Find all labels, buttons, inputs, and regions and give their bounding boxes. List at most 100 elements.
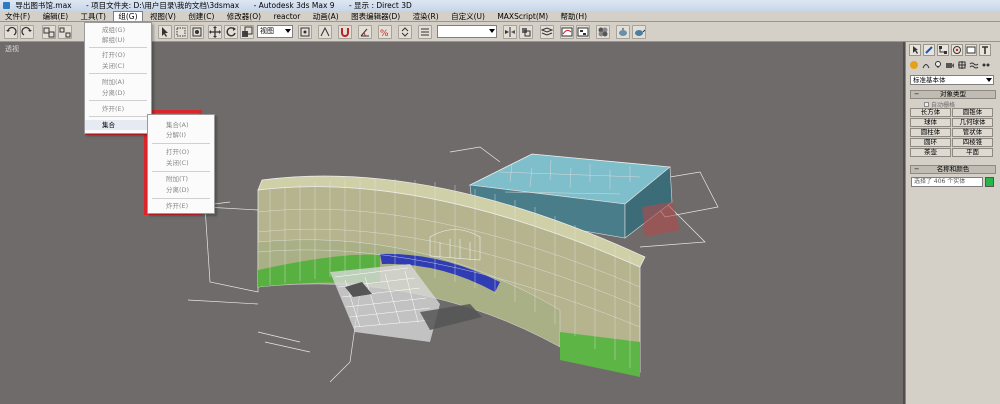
- spacewarp-icon: [969, 62, 979, 69]
- cameras-category[interactable]: [945, 60, 957, 72]
- named-selection-set-select[interactable]: [437, 25, 497, 38]
- torus-button[interactable]: 圆环: [910, 138, 951, 147]
- pyramid-button[interactable]: 四棱锥: [952, 138, 993, 147]
- schematic-view-button[interactable]: [576, 25, 590, 39]
- lights-category[interactable]: [933, 60, 945, 72]
- menu-views[interactable]: 视图(V): [145, 11, 181, 21]
- tube-button[interactable]: 管状体: [952, 128, 993, 137]
- menu-group[interactable]: 组(G): [113, 11, 143, 21]
- render-scene-button[interactable]: [616, 25, 630, 39]
- quick-render-button[interactable]: [632, 25, 646, 39]
- undo-button[interactable]: [4, 25, 18, 39]
- percent-snap-button[interactable]: %: [378, 25, 392, 39]
- box-button[interactable]: 长方体: [910, 108, 951, 117]
- reference-coordinate-value: 视图: [260, 27, 274, 35]
- menu-item-ungroup[interactable]: 解组(U): [85, 35, 151, 45]
- menu-animation[interactable]: 动画(A): [308, 11, 344, 21]
- menu-create[interactable]: 创建(C): [183, 11, 219, 21]
- menu-edit[interactable]: 编辑(E): [38, 11, 74, 21]
- create-tab[interactable]: [909, 44, 921, 56]
- menu-item-open[interactable]: 打开(O): [85, 50, 151, 60]
- submenu-item-assemble[interactable]: 集合(A): [148, 120, 214, 130]
- command-panel-tabs: [909, 44, 999, 57]
- geometry-category[interactable]: [909, 60, 921, 72]
- spacewarps-category[interactable]: [969, 60, 981, 72]
- menu-file[interactable]: 文件(F): [0, 11, 35, 21]
- scale-button[interactable]: [240, 25, 254, 39]
- plane-button[interactable]: 平面: [952, 148, 993, 157]
- menu-modifiers[interactable]: 修改器(O): [222, 11, 266, 21]
- named-selection-button[interactable]: [418, 25, 432, 39]
- submenu-item-detach[interactable]: 分离(D): [148, 185, 214, 195]
- shapes-category[interactable]: [921, 60, 933, 72]
- menu-item-assembly[interactable]: 集合: [85, 120, 151, 130]
- menu-item-group[interactable]: 成组(G): [85, 25, 151, 35]
- curve-editor-button[interactable]: [560, 25, 574, 39]
- motion-tab[interactable]: [951, 44, 963, 56]
- submenu-item-explode[interactable]: 炸开(E): [148, 201, 214, 211]
- mirror-button[interactable]: [503, 25, 517, 39]
- display-tab[interactable]: [965, 44, 977, 56]
- teapot-button[interactable]: 茶壶: [910, 148, 951, 157]
- menu-customize[interactable]: 自定义(U): [446, 11, 490, 21]
- rect-region-button[interactable]: [174, 25, 188, 39]
- menu-maxscript[interactable]: MAXScript(M): [492, 11, 553, 21]
- hammer-icon: [982, 46, 988, 54]
- menu-item-explode[interactable]: 炸开(E): [85, 104, 151, 114]
- modify-tab[interactable]: [923, 44, 935, 56]
- geosphere-button[interactable]: 几何球体: [952, 118, 993, 127]
- object-type-rollout-header[interactable]: − 对象类型: [910, 90, 996, 99]
- select-manipulate-button[interactable]: [318, 25, 332, 39]
- utilities-tab[interactable]: [979, 44, 991, 56]
- material-editor-button[interactable]: [596, 25, 610, 39]
- menu-separator: [89, 116, 147, 117]
- select-link-button[interactable]: [42, 25, 56, 39]
- redo-button[interactable]: [20, 25, 34, 39]
- create-category-row: [909, 60, 999, 73]
- cylinder-button[interactable]: 圆柱体: [910, 128, 951, 137]
- menu-tools[interactable]: 工具(T): [76, 11, 111, 21]
- angle-snap-button[interactable]: [358, 25, 372, 39]
- menu-graph-editors[interactable]: 图表编辑器(D): [346, 11, 405, 21]
- menu-reactor[interactable]: reactor: [268, 11, 305, 21]
- material-editor-icon: [598, 27, 608, 37]
- align-button[interactable]: [519, 25, 533, 39]
- helpers-category[interactable]: [957, 60, 969, 72]
- menu-rendering[interactable]: 渲染(R): [408, 11, 444, 21]
- hierarchy-icon: [939, 46, 947, 54]
- menu-bar: 文件(F) 编辑(E) 工具(T) 组(G) 视图(V) 创建(C) 修改器(O…: [0, 11, 1000, 22]
- menu-item-attach[interactable]: 附加(A): [85, 77, 151, 87]
- object-category-select[interactable]: 标准基本体: [910, 75, 994, 85]
- name-color-title: 名称和颜色: [936, 165, 970, 173]
- unlink-button[interactable]: [58, 25, 72, 39]
- cone-button[interactable]: 圆锥体: [952, 108, 993, 117]
- menu-item-detach[interactable]: 分离(D): [85, 88, 151, 98]
- submenu-item-attach[interactable]: 附加(T): [148, 174, 214, 184]
- submenu-item-disassemble[interactable]: 分解(I): [148, 130, 214, 140]
- select-by-name-button[interactable]: [190, 25, 204, 39]
- move-button[interactable]: [208, 25, 222, 39]
- submenu-item-close[interactable]: 关闭(C): [148, 158, 214, 168]
- name-color-rollout-header[interactable]: − 名称和颜色: [910, 165, 996, 174]
- cursor-icon: [162, 27, 168, 37]
- rotate-button[interactable]: [224, 25, 238, 39]
- camera-icon: [946, 63, 954, 68]
- title-bar: 导出图书馆.max - 项目文件夹: D:\用户目录\我的文档\3dsmax -…: [0, 0, 1000, 11]
- object-color-swatch[interactable]: [985, 177, 994, 187]
- submenu-item-open[interactable]: 打开(O): [148, 147, 214, 157]
- object-name-field[interactable]: 选择了 406 个实体: [911, 177, 983, 187]
- hierarchy-tab[interactable]: [937, 44, 949, 56]
- snap-toggle-button[interactable]: [338, 25, 352, 39]
- menu-separator: [89, 100, 147, 101]
- spinner-snap-button[interactable]: [398, 25, 412, 39]
- select-object-button[interactable]: [158, 25, 172, 39]
- reference-coordinate-select[interactable]: 视图: [257, 25, 293, 38]
- sphere-button[interactable]: 球体: [910, 118, 951, 127]
- pivot-button[interactable]: [298, 25, 312, 39]
- sphere-icon: [910, 61, 918, 69]
- menu-help[interactable]: 帮助(H): [556, 11, 593, 21]
- menu-item-close[interactable]: 关闭(C): [85, 61, 151, 71]
- systems-category[interactable]: [981, 60, 993, 72]
- svg-text:%: %: [380, 29, 389, 38]
- layer-manager-button[interactable]: [540, 25, 554, 39]
